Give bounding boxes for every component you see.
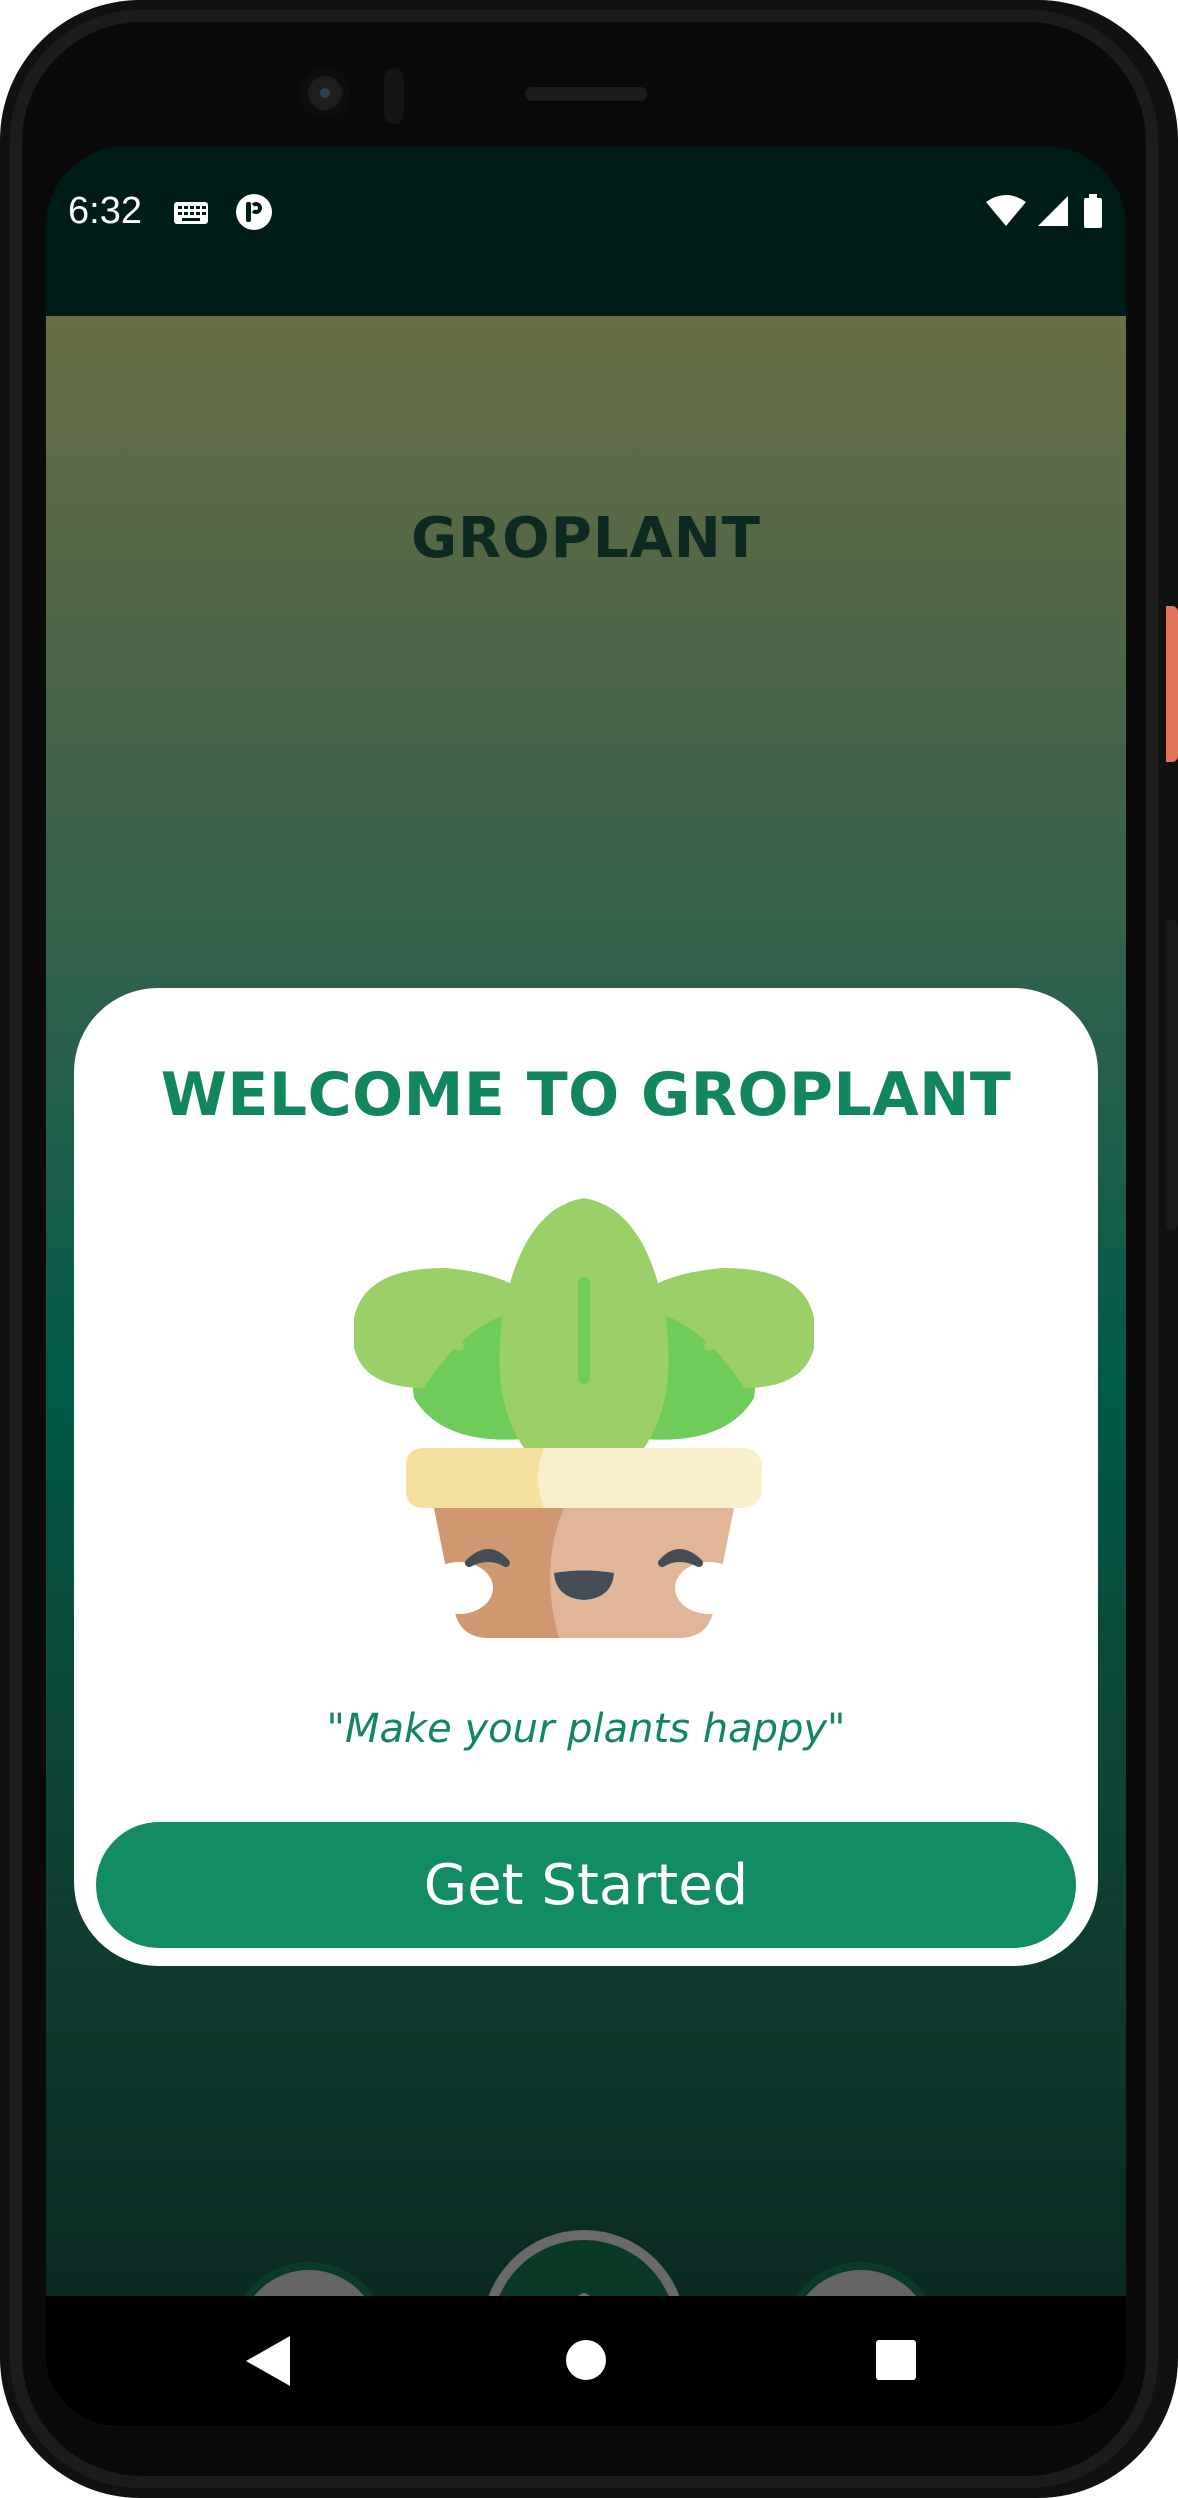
back-icon[interactable]	[246, 2336, 290, 2386]
keyboard-icon	[174, 202, 208, 224]
tagline: "Make your plants happy"	[326, 1706, 846, 1752]
welcome-card: WELCOME TO GROPLANT "Make your plants ha…	[74, 988, 1098, 1966]
status-bar: 6:32	[46, 146, 1126, 316]
plant-pot-illustration	[354, 1198, 814, 1638]
earpiece-speaker	[525, 87, 647, 101]
notification-app-icon	[236, 194, 272, 230]
volume-button	[1166, 920, 1178, 1230]
wifi-icon	[986, 195, 1026, 226]
power-button	[1166, 606, 1178, 762]
app-content: GROPLANT WELCOME TO GROPLANT "Make your …	[46, 316, 1126, 2426]
system-navigation-bar	[46, 2296, 1126, 2426]
home-nav-icon[interactable]	[566, 2340, 606, 2380]
recents-icon[interactable]	[876, 2340, 916, 2380]
battery-icon	[1084, 194, 1102, 228]
status-icons	[986, 194, 1102, 228]
get-started-button[interactable]: Get Started	[96, 1822, 1076, 1948]
screen: 6:32 GROPLANT WELCOME TO GROPLANT "Make …	[46, 146, 1126, 2426]
proximity-sensor	[384, 68, 404, 124]
app-title: GROPLANT	[411, 506, 761, 571]
status-time: 6:32	[68, 190, 142, 232]
welcome-title: WELCOME TO GROPLANT	[160, 1060, 1012, 1130]
camera-lens	[320, 88, 330, 98]
